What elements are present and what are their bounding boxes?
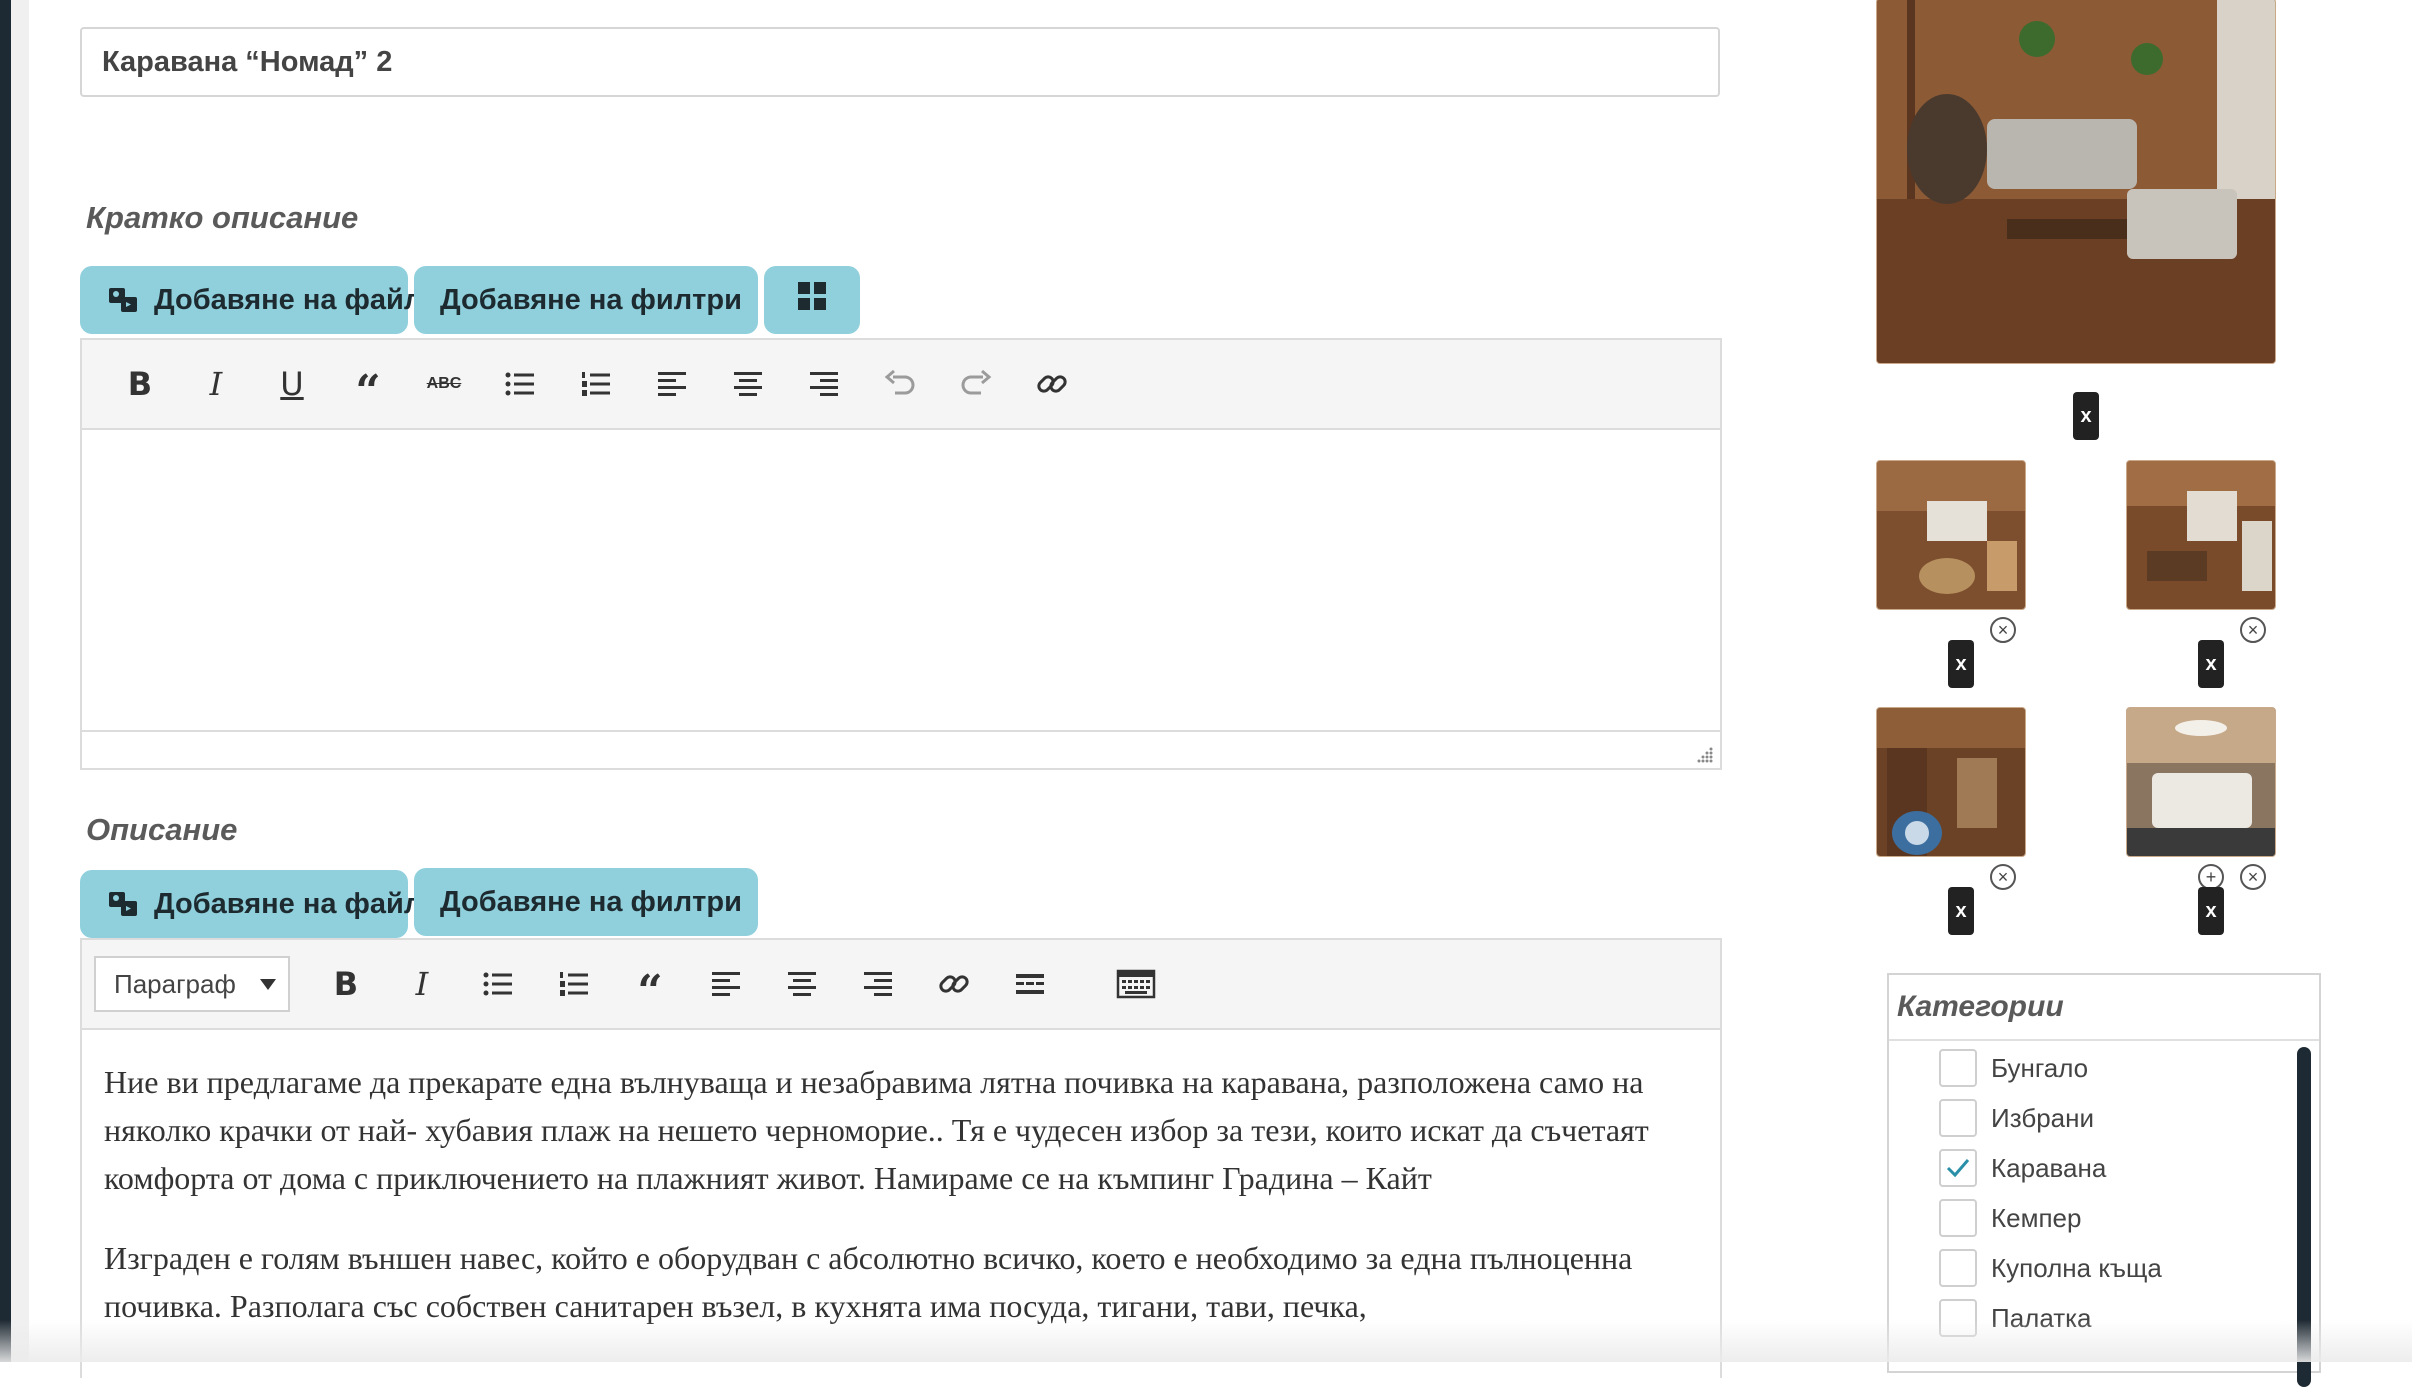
- delete-circle-icon[interactable]: ×: [2240, 864, 2266, 890]
- sidebar-gutter: [11, 0, 29, 1362]
- short-description-label: Кратко описание: [86, 200, 359, 235]
- link-icon: [939, 975, 969, 993]
- checkmark-icon: [1946, 1159, 1970, 1178]
- blockquote-button[interactable]: “: [612, 947, 688, 1021]
- link-icon: [1037, 375, 1067, 393]
- undo-icon: [884, 369, 915, 395]
- short-grid-button[interactable]: [764, 266, 860, 334]
- add-media-icon: [106, 887, 140, 921]
- italic-button[interactable]: I: [178, 354, 254, 414]
- title-input[interactable]: [80, 27, 1720, 97]
- align-left-button[interactable]: [634, 354, 710, 414]
- align-left-button[interactable]: [688, 954, 764, 1014]
- desc-editor-toolbar: Параграф B I “: [82, 940, 1720, 1030]
- short-description-editor: B I U “ ABC: [80, 338, 1722, 770]
- delete-circle-icon[interactable]: ×: [1990, 864, 2016, 890]
- read-more-button[interactable]: [992, 954, 1068, 1014]
- bottom-fade: [0, 1320, 2412, 1362]
- remove-image-button[interactable]: x: [2198, 887, 2224, 935]
- resize-handle-icon[interactable]: [1696, 746, 1714, 764]
- gallery-image[interactable]: [1876, 460, 2026, 610]
- add-media-icon: [106, 283, 140, 317]
- category-item[interactable]: Бунгало: [1939, 1047, 2088, 1089]
- bullet-list-button[interactable]: [482, 354, 558, 414]
- align-center-button[interactable]: [764, 954, 840, 1014]
- remove-image-button[interactable]: x: [2198, 640, 2224, 688]
- bold-button[interactable]: B: [102, 354, 178, 414]
- category-checkbox[interactable]: [1939, 1099, 1977, 1137]
- redo-button[interactable]: [938, 354, 1014, 414]
- align-right-button[interactable]: [786, 354, 862, 414]
- align-left-icon: [658, 372, 686, 396]
- short-editor-toolbar: B I U “ ABC: [82, 340, 1720, 430]
- remove-image-button[interactable]: x: [1948, 640, 1974, 688]
- align-right-icon: [864, 972, 892, 996]
- category-checkbox[interactable]: [1939, 1249, 1977, 1287]
- categories-panel: Категории Бунгало Избрани Каравана Кемпе…: [1887, 973, 2321, 1387]
- underline-button[interactable]: U: [254, 354, 330, 414]
- strikethrough-button[interactable]: ABC: [406, 354, 482, 414]
- remove-image-button[interactable]: x: [1948, 887, 1974, 935]
- numbered-list-icon: [582, 372, 610, 396]
- bullet-list-icon: [483, 972, 512, 996]
- category-checkbox-checked[interactable]: [1939, 1149, 1977, 1187]
- align-center-icon: [788, 972, 816, 996]
- numbered-list-button[interactable]: [558, 354, 634, 414]
- category-checkbox[interactable]: [1939, 1199, 1977, 1237]
- desc-add-filters-button[interactable]: Добавяне на филтри: [414, 868, 758, 936]
- categories-title: Категории: [1889, 975, 2319, 1041]
- delete-circle-icon[interactable]: ×: [2240, 617, 2266, 643]
- desc-add-file-button[interactable]: Добавяне на файл: [80, 870, 422, 938]
- gallery-image[interactable]: [2126, 707, 2276, 857]
- read-more-icon: [1016, 974, 1044, 994]
- undo-button[interactable]: [862, 354, 938, 414]
- grid-icon: [797, 281, 827, 319]
- bullet-list-icon: [505, 372, 534, 396]
- description-editor-content[interactable]: Ние ви предлагаме да прекарате една вълн…: [82, 1030, 1720, 1330]
- toolbar-toggle-button[interactable]: [1098, 954, 1174, 1014]
- category-item[interactable]: Избрани: [1939, 1097, 2094, 1139]
- short-editor-content[interactable]: [82, 430, 1720, 730]
- short-add-file-button[interactable]: Добавяне на файл: [80, 266, 422, 334]
- content-paragraph: Изграден е голям външен навес, който е о…: [104, 1240, 1633, 1324]
- category-item[interactable]: Каравана: [1939, 1147, 2106, 1189]
- format-select[interactable]: Параграф: [94, 956, 290, 1012]
- admin-sidebar-edge: [0, 0, 11, 1362]
- redo-icon: [961, 369, 992, 395]
- short-add-filters-button[interactable]: Добавяне на филтри: [414, 266, 758, 334]
- align-center-button[interactable]: [710, 354, 786, 414]
- description-editor: Параграф B I “ Ние ви предлагаме да прек…: [80, 938, 1722, 1378]
- featured-image[interactable]: [1876, 0, 2276, 364]
- align-right-icon: [810, 372, 838, 396]
- italic-button[interactable]: I: [384, 954, 460, 1014]
- align-left-icon: [712, 972, 740, 996]
- category-checkbox[interactable]: [1939, 1049, 1977, 1087]
- editor-statusbar: [82, 730, 1720, 768]
- keyboard-icon: [1116, 969, 1156, 999]
- numbered-list-button[interactable]: [536, 954, 612, 1014]
- align-center-icon: [734, 372, 762, 396]
- gallery-image[interactable]: [1876, 707, 2026, 857]
- link-button[interactable]: [1014, 354, 1090, 414]
- align-right-button[interactable]: [840, 954, 916, 1014]
- category-item[interactable]: Кемпер: [1939, 1197, 2081, 1239]
- link-button[interactable]: [916, 954, 992, 1014]
- remove-image-button[interactable]: x: [2073, 392, 2099, 440]
- blockquote-button[interactable]: “: [330, 347, 406, 421]
- bold-button[interactable]: B: [308, 954, 384, 1014]
- description-label: Описание: [86, 812, 238, 847]
- numbered-list-icon: [560, 972, 588, 996]
- content-paragraph: Ние ви предлагаме да прекарате една вълн…: [104, 1064, 1649, 1196]
- delete-circle-icon[interactable]: ×: [1990, 617, 2016, 643]
- gallery-image[interactable]: [2126, 460, 2276, 610]
- bullet-list-button[interactable]: [460, 954, 536, 1014]
- category-item[interactable]: Куполна къща: [1939, 1247, 2162, 1289]
- dropdown-arrow-icon: [260, 978, 276, 990]
